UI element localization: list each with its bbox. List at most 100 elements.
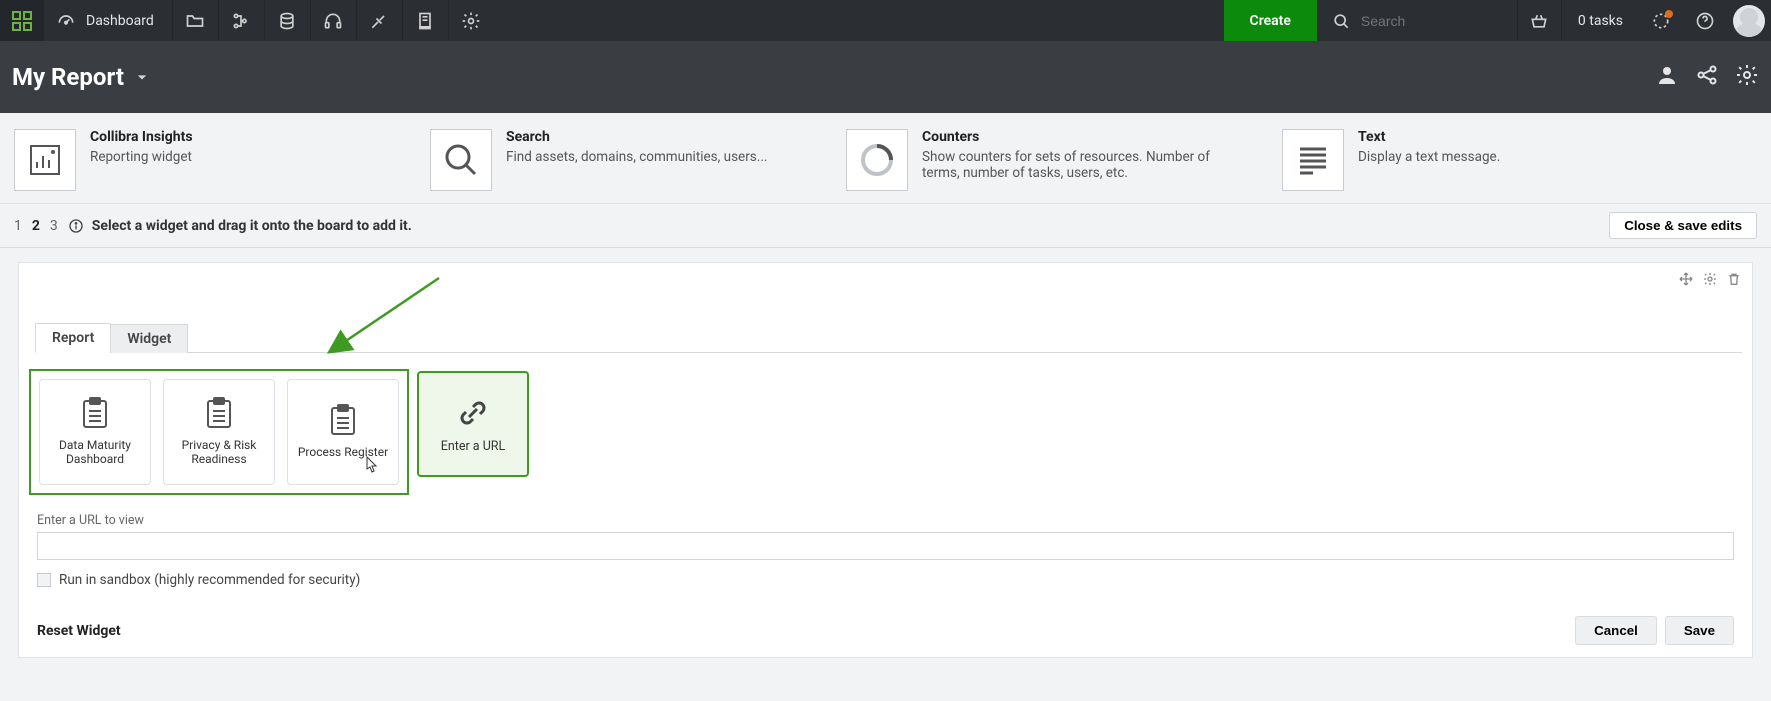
app-logo[interactable] (0, 0, 44, 41)
plug-icon (369, 11, 389, 31)
notification-dot (1665, 10, 1673, 18)
save-label: Save (1684, 623, 1715, 638)
clipboard-icon (325, 402, 361, 438)
palette-title: Collibra Insights (90, 129, 193, 145)
hierarchy-icon (231, 11, 251, 31)
user-avatar-button[interactable] (1727, 0, 1771, 41)
activity-button[interactable] (1639, 0, 1683, 41)
folder-icon (185, 11, 205, 31)
page-title: My Report (12, 63, 124, 91)
report-card-data-maturity[interactable]: Data Maturity Dashboard (39, 379, 151, 485)
report-card-label: Process Register (298, 446, 388, 460)
reset-label: Reset Widget (37, 623, 121, 639)
settings-button[interactable] (1735, 63, 1759, 91)
editor-tabs: Report Widget (35, 323, 1742, 353)
global-search[interactable] (1317, 0, 1517, 41)
basket-button[interactable] (1517, 0, 1561, 41)
palette-item-text[interactable]: Text Display a text message. (1282, 129, 1662, 191)
chevron-down-icon (132, 67, 152, 87)
nav-database-button[interactable] (264, 0, 310, 41)
palette-title: Counters (922, 129, 1212, 145)
move-button[interactable] (1678, 271, 1694, 291)
share-button[interactable] (1695, 63, 1719, 91)
nav-settings-button[interactable] (448, 0, 494, 41)
sandbox-checkbox[interactable] (37, 573, 51, 587)
nav-folder-button[interactable] (172, 0, 218, 41)
palette-item-insights[interactable]: Collibra Insights Reporting widget (14, 129, 394, 191)
tasks-button[interactable]: 0 tasks (1561, 0, 1639, 41)
report-card-label: Privacy & Risk Readiness (170, 439, 268, 467)
tab-widget-label: Widget (127, 331, 171, 347)
hint-text: Select a widget and drag it onto the boa… (92, 218, 412, 234)
owner-button[interactable] (1655, 63, 1679, 91)
reset-widget-link[interactable]: Reset Widget (37, 623, 121, 639)
tab-report[interactable]: Report (35, 323, 111, 353)
instruction-bar: 1 2 3 Select a widget and drag it onto t… (0, 204, 1771, 248)
palette-desc: Find assets, domains, communities, users… (506, 149, 767, 165)
tasks-label: 0 tasks (1578, 13, 1623, 29)
create-label: Create (1250, 13, 1291, 29)
clipboard-icon (77, 395, 113, 431)
config-button[interactable] (1702, 271, 1718, 291)
page-1[interactable]: 1 (14, 218, 22, 234)
cancel-button[interactable]: Cancel (1575, 616, 1657, 645)
close-save-button[interactable]: Close & save edits (1609, 212, 1757, 239)
clipboard-icon (201, 395, 237, 431)
report-cards-group: Data Maturity Dashboard Privacy & Risk R… (29, 369, 409, 495)
headphones-icon (323, 11, 343, 31)
ring-icon (846, 129, 908, 191)
delete-button[interactable] (1726, 271, 1742, 291)
help-icon (1695, 11, 1715, 31)
database-icon (277, 11, 297, 31)
search-icon (1331, 11, 1351, 31)
top-nav: Dashboard Create 0 tasks (0, 0, 1771, 41)
report-card-process-register[interactable]: Process Register (287, 379, 399, 485)
url-field-group: Enter a URL to view (37, 513, 1734, 560)
nav-headphones-button[interactable] (310, 0, 356, 41)
page-indicator: 1 2 3 (14, 218, 58, 234)
widget-palette: Collibra Insights Reporting widget Searc… (0, 113, 1771, 204)
basket-icon (1529, 11, 1549, 31)
enter-url-label: Enter a URL (441, 439, 506, 454)
share-icon (1695, 63, 1719, 87)
nav-plug-button[interactable] (356, 0, 402, 41)
page-2[interactable]: 2 (32, 218, 40, 234)
palette-desc: Show counters for sets of resources. Num… (922, 149, 1212, 181)
enter-url-card[interactable]: Enter a URL (417, 371, 529, 477)
url-field-label: Enter a URL to view (37, 513, 1734, 528)
palette-item-search[interactable]: Search Find assets, domains, communities… (430, 129, 810, 191)
nav-document-button[interactable] (402, 0, 448, 41)
report-card-label: Data Maturity Dashboard (46, 439, 144, 467)
avatar-icon (1733, 5, 1765, 37)
dashboard-label: Dashboard (86, 13, 154, 29)
titlebar-actions (1655, 63, 1759, 91)
cancel-label: Cancel (1594, 623, 1638, 638)
move-icon (1678, 271, 1694, 287)
help-button[interactable] (1683, 0, 1727, 41)
report-card-privacy-risk[interactable]: Privacy & Risk Readiness (163, 379, 275, 485)
sandbox-label: Run in sandbox (highly recommended for s… (59, 572, 360, 588)
page-titlebar: My Report (0, 41, 1771, 113)
page-3[interactable]: 3 (50, 218, 58, 234)
create-button[interactable]: Create (1224, 0, 1317, 41)
widget-editor: Report Widget Data Maturity Dashboard Pr… (18, 262, 1753, 658)
dashboard-link[interactable]: Dashboard (44, 0, 172, 41)
save-button[interactable]: Save (1665, 616, 1734, 645)
close-save-label: Close & save edits (1624, 218, 1742, 233)
palette-desc: Display a text message. (1358, 149, 1500, 165)
gauge-icon (56, 11, 76, 31)
text-lines-icon (1282, 129, 1344, 191)
tab-widget[interactable]: Widget (110, 324, 188, 353)
editor-footer: Reset Widget Cancel Save (37, 616, 1734, 645)
palette-title: Search (506, 129, 767, 145)
palette-desc: Reporting widget (90, 149, 193, 165)
instruction-hint: Select a widget and drag it onto the boa… (68, 218, 412, 234)
link-icon (455, 395, 491, 431)
search-input[interactable] (1361, 13, 1501, 29)
gear-icon (1735, 63, 1759, 87)
nav-hierarchy-button[interactable] (218, 0, 264, 41)
url-input[interactable] (37, 532, 1734, 560)
palette-item-counters[interactable]: Counters Show counters for sets of resou… (846, 129, 1246, 191)
trash-icon (1726, 271, 1742, 287)
title-dropdown[interactable] (132, 67, 152, 87)
